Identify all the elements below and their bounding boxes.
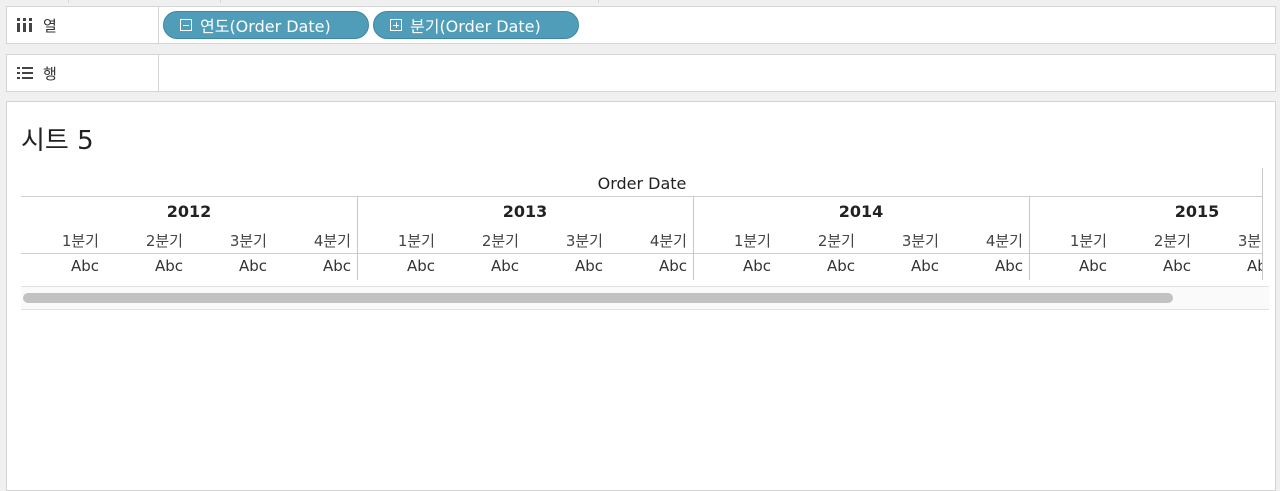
rows-shelf-title: 행 [43,64,57,83]
quarter-header[interactable]: 1분기 [1027,230,1107,251]
expand-icon[interactable] [390,19,402,31]
abc-mark[interactable]: Abc [355,257,435,275]
quarter-header[interactable]: 4분기 [943,230,1023,251]
abc-mark[interactable]: Abc [691,257,771,275]
marks-top-line [21,253,1263,254]
abc-mark[interactable]: Abc [943,257,1023,275]
year-header[interactable]: 2012 [21,202,357,221]
quarter-header[interactable]: 4분기 [607,230,687,251]
columns-shelf-label: 열 [7,7,159,43]
abc-mark[interactable]: Abc [187,257,267,275]
abc-mark[interactable]: Abc [21,257,99,275]
abc-mark[interactable]: Abc [1027,257,1107,275]
quarter-header[interactable]: 3분기 [1195,230,1263,251]
columns-shelf: 열 연도(Order Date) 분기(Order Date) [6,6,1276,44]
header-top-line [21,196,1263,197]
rows-icon [16,65,34,81]
crosstab-view: Order Date 2012 1분기 Abc 2분기 Abc 3분기 Abc 4분기 Abc 2… [21,168,1263,280]
worksheet-view: 시트 5 Order Date 2012 1분기 Abc 2분기 Abc 3분기 Abc 4분… [6,101,1276,491]
quarter-header[interactable]: 3분기 [523,230,603,251]
year-header[interactable]: 2015 [1029,202,1263,221]
divider-tick [220,0,221,3]
quarter-header[interactable]: 2분기 [1111,230,1191,251]
rows-shelf-label: 행 [7,55,159,91]
abc-mark[interactable]: Abc [1195,257,1263,275]
quarter-header[interactable]: 1분기 [21,230,99,251]
columns-drop-area[interactable]: 연도(Order Date) 분기(Order Date) [160,7,1275,43]
quarter-header[interactable]: 3분기 [859,230,939,251]
quarter-header[interactable]: 2분기 [775,230,855,251]
columns-shelf-title: 열 [43,16,57,35]
year-order-date-pill[interactable]: 연도(Order Date) [163,11,369,39]
quarter-header[interactable]: 1분기 [355,230,435,251]
year-header[interactable]: 2014 [693,202,1029,221]
abc-mark[interactable]: Abc [271,257,351,275]
quarter-order-date-pill-label: 분기(Order Date) [410,17,541,36]
top-divider-strip [0,0,1280,4]
divider-tick [598,0,599,3]
horizontal-scrollbar[interactable] [21,286,1269,310]
quarter-header[interactable]: 1분기 [691,230,771,251]
columns-icon [16,17,34,33]
abc-mark[interactable]: Abc [1111,257,1191,275]
sheet-title[interactable]: 시트 5 [21,120,94,157]
divider-tick [68,0,69,3]
quarter-order-date-pill[interactable]: 분기(Order Date) [373,11,579,39]
year-header[interactable]: 2013 [357,202,693,221]
rows-drop-area[interactable] [160,55,1275,91]
abc-mark[interactable]: Abc [439,257,519,275]
abc-mark[interactable]: Abc [859,257,939,275]
abc-mark[interactable]: Abc [775,257,855,275]
scrollbar-thumb[interactable] [23,293,1173,303]
abc-mark[interactable]: Abc [523,257,603,275]
quarter-header[interactable]: 3분기 [187,230,267,251]
abc-mark[interactable]: Abc [607,257,687,275]
right-edge-line [1262,168,1263,280]
field-header-order-date[interactable]: Order Date [21,174,1263,193]
year-order-date-pill-label: 연도(Order Date) [200,17,331,36]
abc-mark[interactable]: Abc [103,257,183,275]
quarter-header[interactable]: 4분기 [271,230,351,251]
rows-shelf: 행 [6,54,1276,92]
quarter-header[interactable]: 2분기 [439,230,519,251]
collapse-icon[interactable] [180,19,192,31]
quarter-header[interactable]: 2분기 [103,230,183,251]
